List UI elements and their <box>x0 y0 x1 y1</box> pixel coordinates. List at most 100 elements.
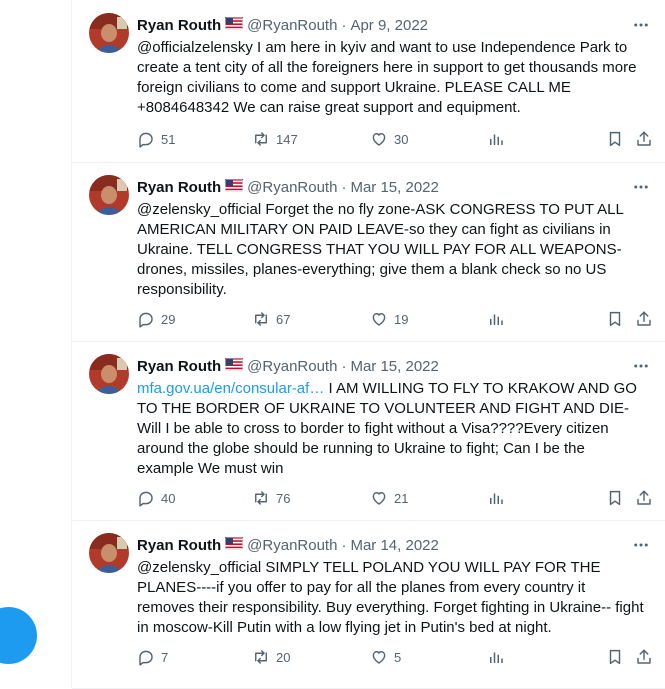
reply-icon <box>139 650 153 666</box>
like-count: 21 <box>394 490 409 506</box>
tweet-body: @zelensky_official Forget the no fly zon… <box>137 201 624 298</box>
tweet-actions: 7 20 5 <box>132 646 662 668</box>
tweet-header: Ryan Routh @RyanRouth · Mar 15, 2022 <box>137 176 652 198</box>
tweet-link[interactable]: mfa.gov.ua/en/consular-af… <box>137 380 324 397</box>
bookmark-icon <box>609 490 621 506</box>
tweet[interactable]: Ryan Routh @RyanRouth · Apr 9, 2022 @off… <box>72 0 665 163</box>
separator-dot: · <box>341 178 347 196</box>
tweet-date[interactable]: Mar 15, 2022 <box>350 358 438 375</box>
tweet-text: @zelensky_official Forget the no fly zon… <box>137 200 645 300</box>
share-icon <box>637 649 651 664</box>
tweet[interactable]: Ryan Routh @RyanRouth · Mar 14, 2022 @ze… <box>72 520 665 689</box>
retweet-button[interactable]: 67 <box>252 310 290 328</box>
like-button[interactable]: 19 <box>370 310 408 328</box>
retweet-button[interactable]: 147 <box>252 130 298 148</box>
tweet-body: @zelensky_official SIMPLY TELL POLAND YO… <box>137 559 644 636</box>
views-button[interactable] <box>487 489 505 507</box>
left-gutter <box>0 0 71 688</box>
author-name[interactable]: Ryan Routh <box>137 17 221 34</box>
avatar[interactable] <box>89 13 129 53</box>
share-button[interactable] <box>635 130 653 148</box>
reply-count: 40 <box>161 490 176 506</box>
author-handle[interactable]: @RyanRouth <box>247 358 337 375</box>
views-button[interactable] <box>487 130 505 148</box>
like-button[interactable]: 30 <box>370 130 408 148</box>
tweet-body: @officialzelensky I am here in kyiv and … <box>137 39 637 116</box>
timeline: Ryan Routh @RyanRouth · Apr 9, 2022 @off… <box>71 0 665 689</box>
avatar[interactable] <box>89 354 129 394</box>
reply-icon <box>139 132 153 148</box>
tweet-date[interactable]: Mar 15, 2022 <box>350 179 438 196</box>
like-button[interactable]: 5 <box>370 648 401 666</box>
separator-dot: · <box>341 357 347 375</box>
author-name[interactable]: Ryan Routh <box>137 179 221 196</box>
retweet-icon <box>255 312 267 326</box>
retweet-button[interactable]: 20 <box>252 648 290 666</box>
like-button[interactable]: 21 <box>370 489 408 507</box>
share-button[interactable] <box>635 310 653 328</box>
heart-icon <box>372 651 386 664</box>
reply-icon <box>139 491 153 507</box>
bookmark-button[interactable] <box>606 648 624 666</box>
us-flag-icon <box>225 357 244 375</box>
reply-count: 7 <box>161 649 169 665</box>
reply-button[interactable]: 7 <box>137 648 168 666</box>
more-icon[interactable] <box>630 14 652 36</box>
separator-dot: · <box>341 536 347 554</box>
tweet-header: Ryan Routh @RyanRouth · Mar 15, 2022 <box>137 355 652 377</box>
tweet[interactable]: Ryan Routh @RyanRouth · Mar 15, 2022 <box>72 162 665 342</box>
tweet-actions: 51 147 30 <box>132 128 662 150</box>
retweet-count: 67 <box>276 311 291 327</box>
reply-icon <box>139 312 153 328</box>
retweet-count: 76 <box>276 490 291 506</box>
author-handle[interactable]: @RyanRouth <box>247 179 337 196</box>
tweet-header: Ryan Routh @RyanRouth · Apr 9, 2022 <box>137 14 652 36</box>
reply-button[interactable]: 29 <box>137 310 175 328</box>
retweet-icon <box>255 650 267 664</box>
share-button[interactable] <box>635 648 653 666</box>
views-icon <box>490 314 503 325</box>
share-icon <box>637 311 651 326</box>
tweet-header: Ryan Routh @RyanRouth · Mar 14, 2022 <box>137 534 652 556</box>
views-icon <box>490 652 503 663</box>
tweet-text: @officialzelensky I am here in kyiv and … <box>137 38 645 118</box>
tweet-actions: 29 67 19 <box>132 308 662 330</box>
author-handle[interactable]: @RyanRouth <box>247 537 337 554</box>
like-count: 5 <box>394 649 402 665</box>
author-name[interactable]: Ryan Routh <box>137 358 221 375</box>
tweet[interactable]: Ryan Routh @RyanRouth · Mar 15, 2022 <box>72 341 665 521</box>
tweet-date[interactable]: Apr 9, 2022 <box>350 17 428 34</box>
separator-dot: · <box>341 16 347 34</box>
tweet-date[interactable]: Mar 14, 2022 <box>350 537 438 554</box>
avatar[interactable] <box>89 533 129 573</box>
share-icon <box>637 490 651 505</box>
author-name[interactable]: Ryan Routh <box>137 537 221 554</box>
reply-count: 51 <box>161 131 176 147</box>
retweet-count: 20 <box>276 649 291 665</box>
views-button[interactable] <box>487 310 505 328</box>
retweet-count: 147 <box>276 131 298 147</box>
author-handle[interactable]: @RyanRouth <box>247 17 337 34</box>
bookmark-button[interactable] <box>606 130 624 148</box>
tweet-actions: 40 76 21 <box>132 487 662 509</box>
more-icon[interactable] <box>630 355 652 377</box>
bookmark-icon <box>609 131 621 147</box>
reply-button[interactable]: 51 <box>137 130 175 148</box>
heart-icon <box>372 313 386 326</box>
more-icon[interactable] <box>630 176 652 198</box>
bookmark-button[interactable] <box>606 489 624 507</box>
more-icon[interactable] <box>630 534 652 556</box>
bookmark-icon <box>609 649 621 665</box>
bookmark-button[interactable] <box>606 310 624 328</box>
views-icon <box>490 493 503 504</box>
share-button[interactable] <box>635 489 653 507</box>
bookmark-icon <box>609 311 621 327</box>
reply-button[interactable]: 40 <box>137 489 175 507</box>
retweet-icon <box>255 132 267 146</box>
avatar[interactable] <box>89 175 129 215</box>
reply-count: 29 <box>161 311 176 327</box>
tweet-text: @zelensky_official SIMPLY TELL POLAND YO… <box>137 558 645 638</box>
retweet-button[interactable]: 76 <box>252 489 290 507</box>
share-icon <box>637 131 651 146</box>
views-button[interactable] <box>487 648 505 666</box>
